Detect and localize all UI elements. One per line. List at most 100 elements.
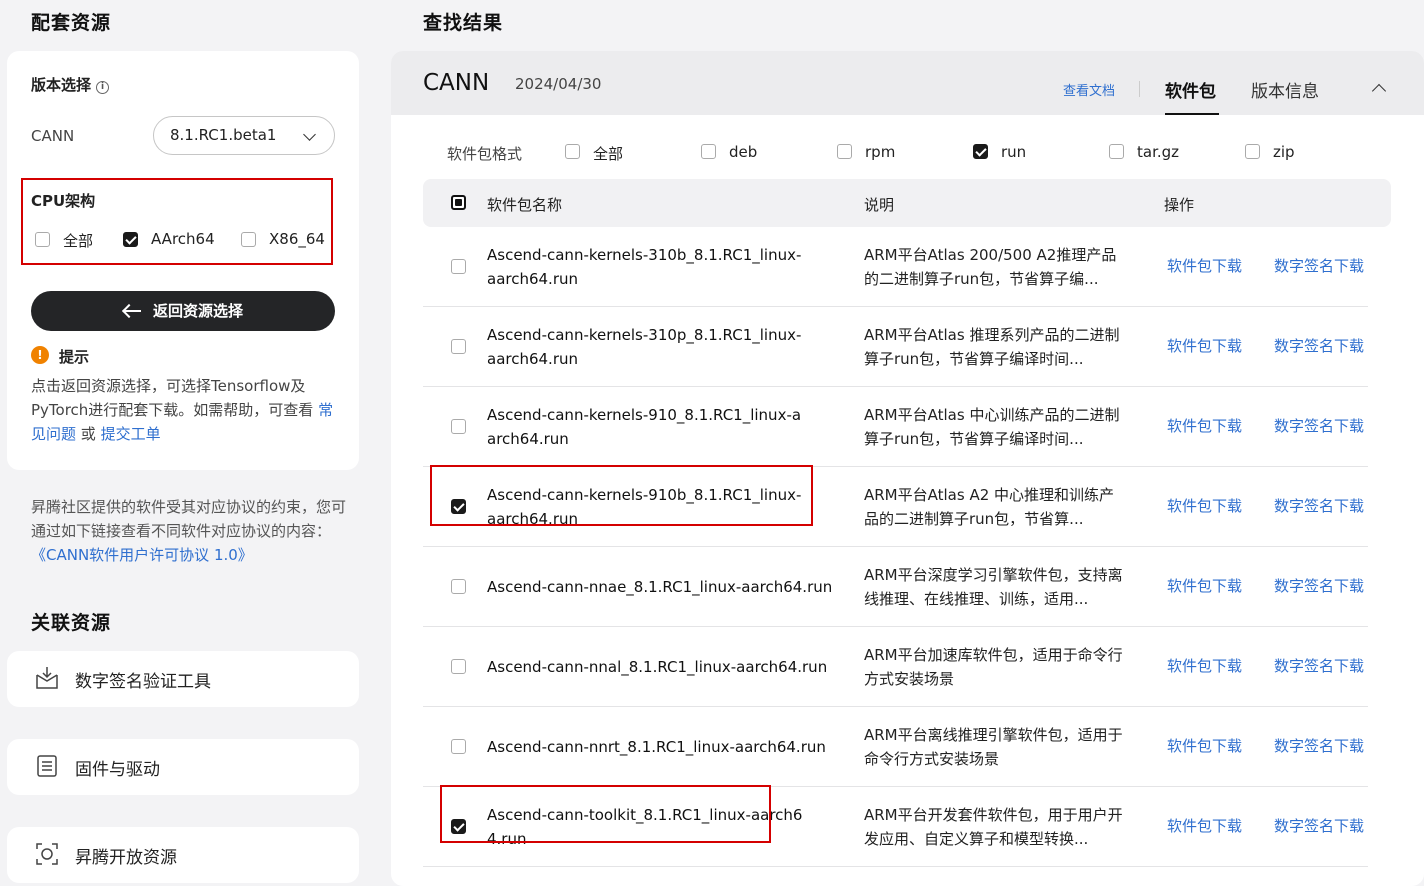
- package-name: Ascend-cann-nnae_8.1.RC1_linux-aarch64.r…: [487, 578, 833, 596]
- product-header: CANN 2024/04/30 查看文档 软件包 版本信息: [391, 51, 1424, 115]
- format-checkbox[interactable]: [565, 144, 580, 159]
- table-row: Ascend-cann-nnal_8.1.RC1_linux-aarch64.r…: [423, 627, 1368, 707]
- package-name: Ascend-cann-nnal_8.1.RC1_linux-aarch64.r…: [487, 658, 828, 676]
- signature-download-link[interactable]: 数字签名下载: [1274, 655, 1364, 676]
- cpu-arch-checkbox[interactable]: [123, 232, 138, 247]
- format-option-label[interactable]: run: [1001, 143, 1026, 161]
- column-header-actions: 操作: [1164, 196, 1195, 214]
- collapse-chevron-up-icon[interactable]: [1371, 83, 1387, 99]
- row-checkbox[interactable]: [451, 419, 466, 434]
- signature-download-link[interactable]: 数字签名下载: [1274, 495, 1364, 516]
- tab-version-info[interactable]: 版本信息: [1251, 77, 1319, 102]
- version-dropdown-value: 8.1.RC1.beta1: [170, 126, 277, 144]
- submit-ticket-link[interactable]: 提交工单: [101, 425, 161, 443]
- arrow-left-icon: [123, 305, 141, 317]
- signature-download-link[interactable]: 数字签名下载: [1274, 735, 1364, 756]
- signature-tool-icon: [36, 667, 58, 689]
- product-name: CANN: [423, 70, 490, 96]
- signature-download-link[interactable]: 数字签名下载: [1274, 815, 1364, 836]
- related-item-label: 昇腾开放资源: [75, 848, 177, 868]
- package-description: ARM平台Atlas A2 中心推理和训练产品的二进制算子run包，节省算...: [864, 486, 1115, 528]
- table-row: Ascend-cann-kernels-310p_8.1.RC1_linux-a…: [423, 307, 1368, 387]
- format-checkbox[interactable]: [701, 144, 716, 159]
- package-description: ARM平台开发套件软件包，用于用户开发应用、自定义算子和模型转换...: [864, 806, 1123, 848]
- results-title: 查找结果: [423, 12, 504, 34]
- format-checkbox[interactable]: [1245, 144, 1260, 159]
- package-download-link[interactable]: 软件包下载: [1167, 415, 1242, 436]
- table-header: 软件包名称 说明 操作: [423, 179, 1391, 227]
- back-button-label: 返回资源选择: [152, 302, 243, 320]
- signature-download-link[interactable]: 数字签名下载: [1274, 575, 1364, 596]
- row-checkbox[interactable]: [451, 339, 466, 354]
- signature-download-link[interactable]: 数字签名下载: [1274, 415, 1364, 436]
- package-name: Ascend-cann-kernels-310p_8.1.RC1_linux-a…: [487, 326, 802, 368]
- package-download-link[interactable]: 软件包下载: [1167, 495, 1242, 516]
- format-option-label[interactable]: rpm: [865, 143, 895, 161]
- format-checkbox[interactable]: [973, 144, 988, 159]
- tab-packages[interactable]: 软件包: [1165, 77, 1216, 102]
- package-download-link[interactable]: 软件包下载: [1167, 335, 1242, 356]
- related-item-label: 数字签名验证工具: [75, 672, 211, 692]
- tip-text: 点击返回资源选择，可选择Tensorflow及PyTorch进行配套下载。如需帮…: [31, 374, 341, 446]
- row-checkbox[interactable]: [451, 739, 466, 754]
- results-card: CANN 2024/04/30 查看文档 软件包 版本信息 软件包格式 全部 de…: [391, 51, 1424, 886]
- package-download-link[interactable]: 软件包下载: [1167, 255, 1242, 276]
- package-download-link[interactable]: 软件包下载: [1167, 575, 1242, 596]
- header-divider: [1139, 81, 1140, 97]
- format-checkbox[interactable]: [837, 144, 852, 159]
- row-checkbox[interactable]: [451, 659, 466, 674]
- cpu-arch-option-label[interactable]: AArch64: [151, 230, 215, 248]
- cpu-arch-option-label[interactable]: 全部: [63, 230, 93, 251]
- package-description: ARM平台Atlas 推理系列产品的二进制算子run包，节省算子编译时间...: [864, 326, 1120, 368]
- chevron-down-icon: [303, 128, 316, 141]
- warning-icon: !: [31, 346, 49, 364]
- cpu-arch-checkbox[interactable]: [241, 232, 256, 247]
- related-title: 关联资源: [31, 612, 112, 634]
- package-download-link[interactable]: 软件包下载: [1167, 815, 1242, 836]
- select-all-checkbox[interactable]: [451, 195, 466, 210]
- package-description: ARM平台加速库软件包，适用于命令行方式安装场景: [864, 646, 1123, 688]
- table-row: Ascend-cann-kernels-910b_8.1.RC1_linux-a…: [423, 465, 1368, 547]
- related-item-signature-tool[interactable]: 数字签名验证工具: [7, 651, 359, 707]
- related-item-label: 固件与驱动: [75, 760, 160, 780]
- back-to-resource-select-button[interactable]: 返回资源选择: [31, 291, 335, 331]
- package-name: Ascend-cann-kernels-910_8.1.RC1_linux-aa…: [487, 406, 802, 448]
- cpu-arch-checkbox[interactable]: [35, 232, 50, 247]
- related-item-firmware[interactable]: 固件与驱动: [7, 739, 359, 795]
- format-option-label[interactable]: tar.gz: [1137, 143, 1179, 161]
- row-checkbox[interactable]: [451, 579, 466, 594]
- info-icon[interactable]: i: [96, 81, 110, 94]
- view-docs-link[interactable]: 查看文档: [1063, 80, 1115, 99]
- package-description: ARM平台Atlas 中心训练产品的二进制算子run包，节省算子编译时间...: [864, 406, 1120, 448]
- table-row: Ascend-cann-nnrt_8.1.RC1_linux-aarch64.r…: [423, 707, 1368, 787]
- column-header-description: 说明: [864, 196, 895, 214]
- package-description: ARM平台深度学习引擎软件包，支持离线推理、在线推理、训练，适用...: [864, 566, 1123, 608]
- signature-download-link[interactable]: 数字签名下载: [1274, 255, 1364, 276]
- cpu-arch-option-label[interactable]: X86_64: [269, 230, 325, 248]
- selected-row-highlight-box: [440, 785, 771, 843]
- package-description: ARM平台Atlas 200/500 A2推理产品的二进制算子run包，节省算子…: [864, 246, 1117, 288]
- version-select-card: 版本选择 i CANN 8.1.RC1.beta1 CPU架构 全部 AArch64…: [7, 51, 359, 470]
- table-row: Ascend-cann-nnae_8.1.RC1_linux-aarch64.r…: [423, 547, 1368, 627]
- format-option-label[interactable]: zip: [1273, 143, 1295, 161]
- license-link[interactable]: 《CANN软件用户许可协议 1.0》: [31, 546, 253, 564]
- active-tab-indicator: [1165, 113, 1219, 115]
- format-option-label[interactable]: 全部: [593, 143, 623, 164]
- package-download-link[interactable]: 软件包下载: [1167, 655, 1242, 676]
- version-dropdown[interactable]: 8.1.RC1.beta1: [153, 116, 335, 155]
- format-checkbox[interactable]: [1109, 144, 1124, 159]
- signature-download-link[interactable]: 数字签名下载: [1274, 335, 1364, 356]
- related-item-open-resource[interactable]: 昇腾开放资源: [7, 827, 359, 883]
- table-row: Ascend-cann-kernels-910_8.1.RC1_linux-aa…: [423, 387, 1368, 467]
- package-download-link[interactable]: 软件包下载: [1167, 735, 1242, 756]
- cpu-arch-label: CPU架构: [31, 192, 96, 210]
- package-name: Ascend-cann-nnrt_8.1.RC1_linux-aarch64.r…: [487, 738, 826, 756]
- format-option-label[interactable]: deb: [729, 143, 757, 161]
- row-checkbox[interactable]: [451, 259, 466, 274]
- column-header-name: 软件包名称: [487, 196, 563, 214]
- table-row: Ascend-cann-kernels-310b_8.1.RC1_linux-a…: [423, 227, 1368, 307]
- format-filter-label: 软件包格式: [447, 145, 523, 163]
- version-select-label: 版本选择: [31, 76, 92, 94]
- version-select-heading: 版本选择 i: [31, 74, 110, 95]
- license-notice: 昇腾社区提供的软件受其对应协议的约束，您可通过如下链接查看不同软件对应协议的内容…: [31, 495, 351, 567]
